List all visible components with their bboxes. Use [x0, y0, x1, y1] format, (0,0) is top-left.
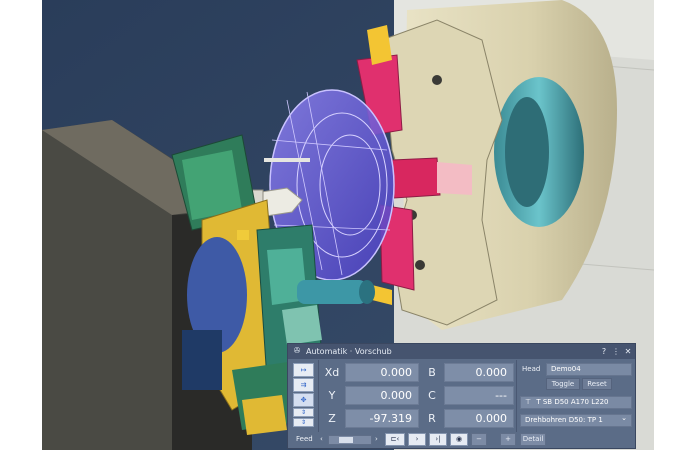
chevron-down-icon: ⌄ — [621, 414, 627, 422]
tool-spindle — [297, 280, 367, 304]
axis-value-r: 0.000 — [444, 409, 514, 428]
record-button[interactable]: ◉ — [450, 433, 468, 446]
move-icon[interactable]: ✥ — [293, 393, 314, 407]
up-down-icon[interactable]: ⇕ — [293, 408, 314, 417]
plus-button[interactable]: + — [500, 433, 516, 446]
toggle-button[interactable]: Toggle — [546, 378, 580, 390]
axis-label-c: C — [428, 389, 436, 402]
feed-label: Feed — [296, 435, 313, 443]
minus-button[interactable]: − — [471, 433, 487, 446]
play-button[interactable]: › — [408, 433, 426, 446]
reset-button[interactable]: Reset — [582, 378, 612, 390]
workpiece — [437, 162, 472, 195]
axis-value-xd: 0.000 — [345, 363, 419, 382]
program-name: Drehbohren D50: TP 1 — [525, 416, 603, 424]
axis-label-r: R — [428, 412, 436, 425]
jaw-middle — [391, 157, 441, 199]
separator — [318, 360, 319, 432]
arrows-right-icon[interactable]: ⇉ — [293, 378, 314, 392]
axis-label-b: B — [428, 366, 436, 379]
tool-name: T SB D50 A170 L220 — [536, 398, 609, 406]
tool-icon: ✇ — [293, 346, 301, 355]
feed-slider[interactable] — [328, 435, 372, 445]
axis-value-c: --- — [444, 386, 514, 405]
automatic-feed-panel: ✇ Automatik · Vorschub ? ⋮ ✕ ↦ ⇉ ✥ ⇕ ⇕ X… — [287, 343, 636, 449]
tool-holder-icon: ⊤ — [525, 398, 532, 406]
pin-button[interactable]: ⋮ — [610, 344, 622, 359]
panel-titlebar[interactable]: ✇ Automatik · Vorschub ? ⋮ ✕ — [288, 344, 635, 359]
up-down-icon-2[interactable]: ⇕ — [293, 418, 314, 427]
feed-left-arrow-icon[interactable]: ‹ — [320, 433, 323, 446]
axis-value-b: 0.000 — [444, 363, 514, 382]
separator — [516, 360, 517, 432]
axis-label-xd: Xd — [324, 366, 340, 379]
head-label: Head — [522, 365, 541, 373]
axis-label-z: Z — [328, 412, 336, 425]
head-field[interactable]: Demo04 — [546, 363, 632, 376]
tool-field[interactable]: ⊤ T SB D50 A170 L220 — [520, 396, 632, 409]
axis-value-z: -97.319 — [345, 409, 419, 428]
arrow-right-icon[interactable]: ↦ — [293, 363, 314, 377]
program-select[interactable]: Drehbohren D50: TP 1 ⌄ — [520, 414, 632, 427]
axis-label-y: Y — [328, 389, 336, 402]
feed-slider-thumb[interactable] — [339, 437, 353, 443]
help-button[interactable]: ? — [598, 344, 610, 359]
detail-button[interactable]: Detail — [520, 433, 546, 446]
axis-value-y: 0.000 — [345, 386, 419, 405]
step-forward-button[interactable]: ›| — [429, 433, 447, 446]
close-button[interactable]: ✕ — [622, 344, 634, 359]
panel-title: Automatik · Vorschub — [306, 347, 392, 356]
feed-right-arrow-icon[interactable]: › — [375, 433, 378, 446]
step-back-button[interactable]: ⊏‹ — [385, 433, 405, 446]
